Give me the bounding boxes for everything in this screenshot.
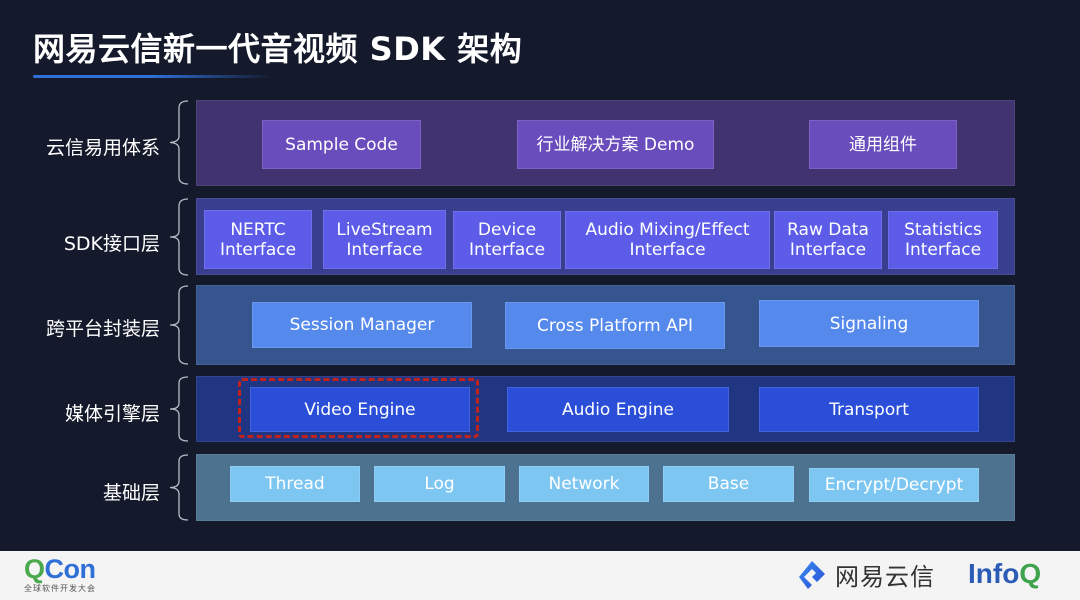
box-industry-demo: 行业解决方案 Demo [517, 120, 714, 169]
box-thread: Thread [230, 466, 360, 502]
layer-ease-of-use: Sample Code 行业解决方案 Demo 通用组件 [196, 100, 1015, 186]
box-encrypt-decrypt: Encrypt/Decrypt [809, 468, 979, 502]
box-audio-engine: Audio Engine [507, 387, 729, 432]
box-session-manager: Session Manager [252, 302, 472, 348]
box-transport: Transport [759, 387, 979, 432]
box-raw-data-interface: Raw Data Interface [774, 211, 882, 269]
slide-title: 网易云信新一代音视频 SDK 架构 [33, 30, 523, 68]
brace-icon [166, 454, 192, 521]
box-network: Network [519, 466, 649, 502]
infoq-logo-q: Q [1019, 558, 1042, 589]
qcon-logo-con: Con [44, 554, 96, 584]
layer-label-cross-platform: 跨平台封装层 [45, 318, 160, 340]
infoq-logo-info: Info [968, 558, 1020, 589]
brace-icon [166, 198, 192, 276]
box-signaling: Signaling [759, 300, 979, 347]
box-audio-mixing-interface: Audio Mixing/Effect Interface [565, 211, 770, 269]
brace-icon [166, 376, 192, 442]
box-sample-code: Sample Code [262, 120, 421, 169]
box-livestream-interface: LiveStream Interface [323, 210, 446, 269]
layer-sdk-interface: NERTC Interface LiveStream Interface Dev… [196, 198, 1015, 275]
qcon-logo: QCon [24, 555, 96, 583]
layer-label-foundation: 基础层 [102, 482, 160, 504]
layer-foundation: Thread Log Network Base Encrypt/Decrypt [196, 454, 1015, 521]
layer-cross-platform: Session Manager Cross Platform API Signa… [196, 285, 1015, 365]
title-underline [33, 75, 273, 78]
box-cross-platform-api: Cross Platform API [505, 302, 725, 349]
box-device-interface: Device Interface [453, 211, 561, 269]
layer-label-ease-of-use: 云信易用体系 [45, 137, 160, 159]
box-log: Log [374, 466, 505, 502]
infoq-logo: InfoQ [968, 558, 1041, 590]
box-nertc-interface: NERTC Interface [204, 210, 312, 269]
video-engine-highlight-frame [238, 378, 479, 438]
qcon-logo-q: Q [24, 554, 45, 584]
qcon-subtitle: 全球软件开发大会 [24, 584, 96, 593]
box-common-components: 通用组件 [809, 120, 957, 169]
netease-yunxin-logo: 网易云信 [795, 557, 935, 592]
layer-label-media-engine: 媒体引擎层 [64, 403, 160, 425]
brace-icon [166, 100, 192, 185]
yunxin-logo-icon [799, 560, 825, 589]
yunxin-logo-text: 网易云信 [835, 563, 935, 591]
brace-icon [166, 285, 192, 365]
box-base: Base [663, 466, 794, 502]
box-statistics-interface: Statistics Interface [888, 211, 998, 269]
layer-label-sdk-interface: SDK接口层 [63, 233, 160, 255]
